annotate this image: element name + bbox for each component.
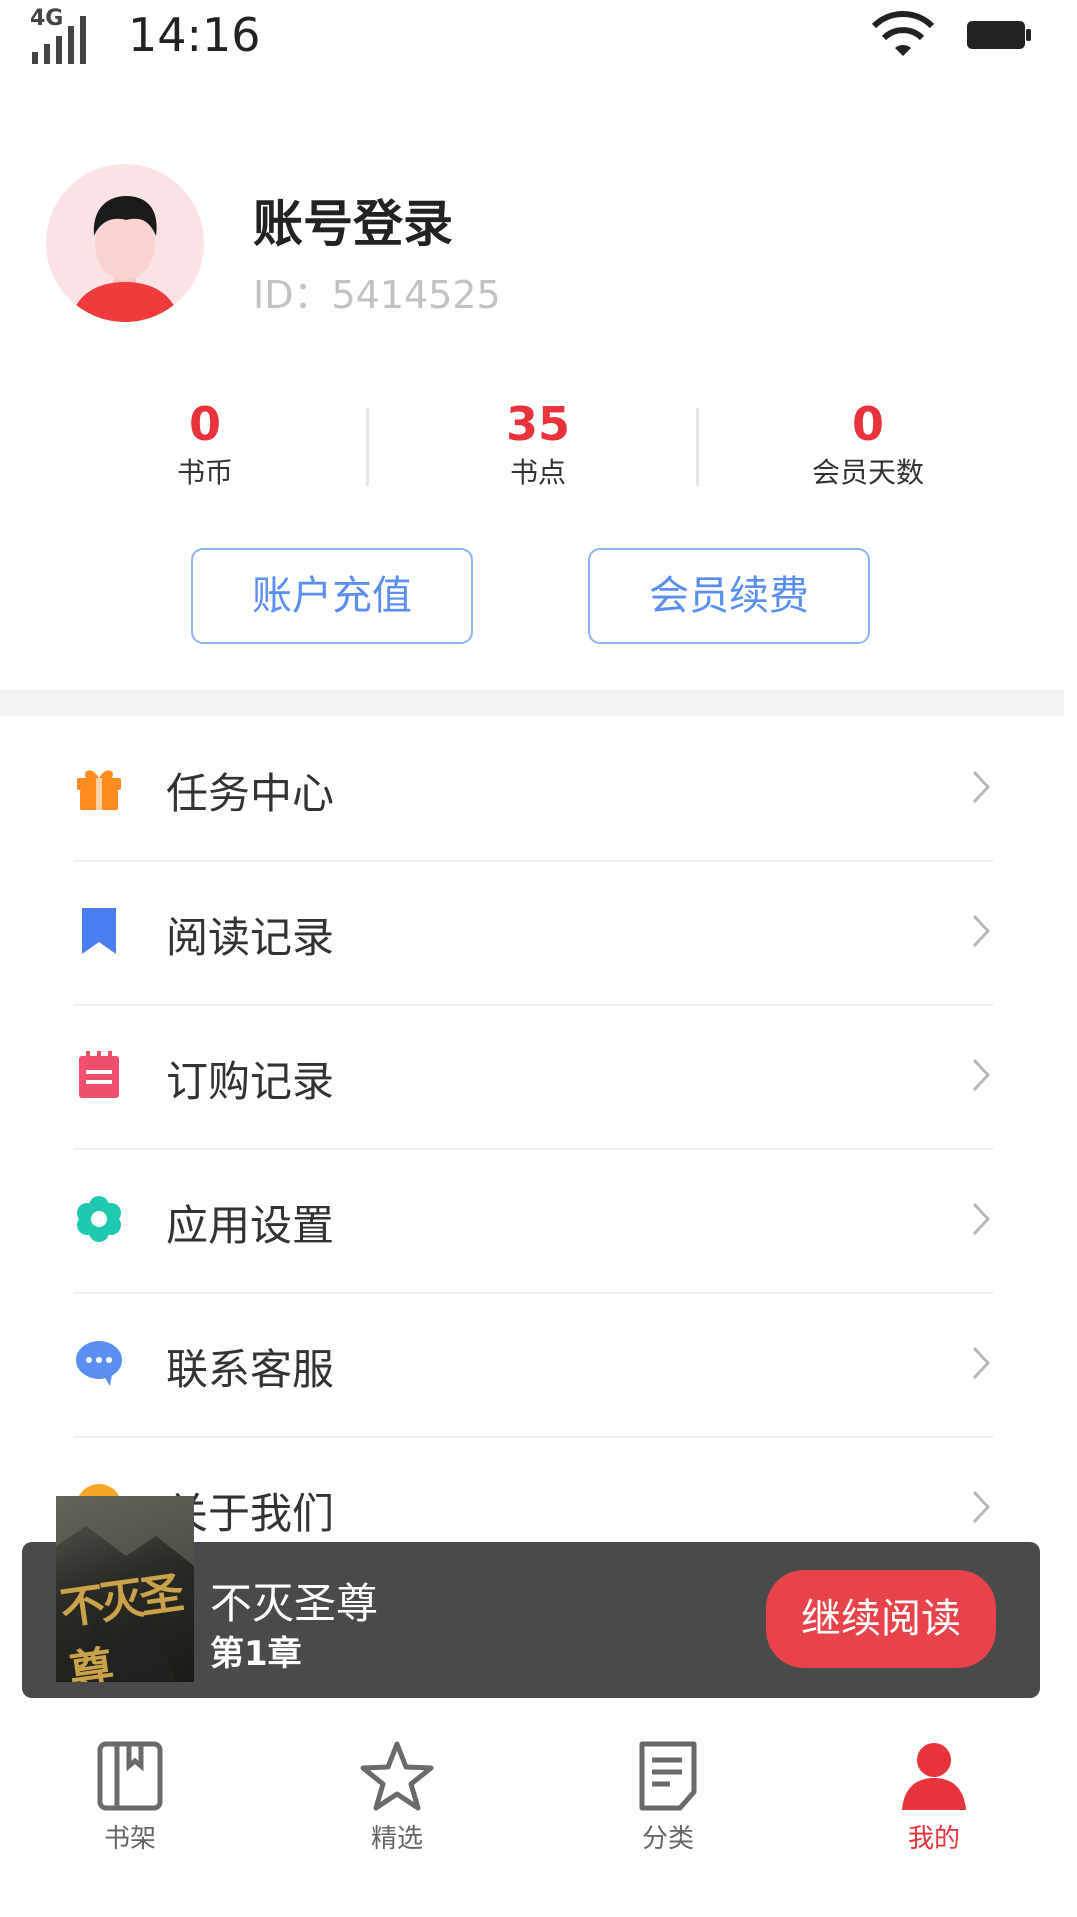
chevron-right-icon — [972, 1346, 991, 1380]
account-login-title[interactable]: 账号登录 — [253, 184, 453, 256]
wifi-icon — [871, 11, 935, 56]
stat-value: 35 — [505, 397, 570, 451]
tab-label: 我的 — [907, 1824, 960, 1854]
section-divider — [0, 690, 1064, 716]
menu-item-app-settings[interactable]: 应用设置 — [74, 1148, 994, 1291]
person-icon — [902, 1743, 966, 1810]
continue-reading-button[interactable]: 继续阅读 — [766, 1570, 996, 1668]
menu-item-task-center[interactable]: 任务中心 — [74, 716, 994, 859]
user-id: ID：5414525 — [253, 273, 501, 317]
battery-icon — [967, 21, 1031, 49]
gift-icon — [77, 770, 121, 810]
stat-book-coins[interactable]: 0 书币 — [55, 396, 355, 494]
stat-divider — [696, 408, 699, 486]
bookmark-icon — [82, 908, 116, 954]
bookshelf-icon — [97, 1741, 163, 1811]
menu-label: 阅读记录 — [166, 913, 335, 962]
status-bar: 4G 14:16 — [0, 0, 1077, 80]
star-icon — [360, 1741, 434, 1811]
status-time: 14:16 — [128, 8, 261, 62]
chevron-right-icon — [972, 770, 991, 804]
renew-membership-button[interactable]: 会员续费 — [588, 548, 870, 644]
menu-item-customer-service[interactable]: 联系客服 — [74, 1292, 994, 1435]
signal-icon: 4G — [30, 6, 94, 68]
avatar-person-icon — [46, 164, 204, 322]
document-icon — [639, 1741, 697, 1811]
cover-title: 不灭圣尊 — [57, 1567, 184, 1682]
tab-label: 精选 — [370, 1824, 423, 1854]
avatar[interactable] — [46, 164, 204, 322]
menu-item-purchase-history[interactable]: 订购记录 — [74, 1004, 994, 1147]
chevron-right-icon — [972, 1058, 991, 1092]
account-stats: 0 书币 35 书点 0 会员天数 — [0, 396, 1077, 506]
notepad-icon — [79, 1051, 119, 1098]
chevron-right-icon — [972, 914, 991, 948]
stat-member-days[interactable]: 0 会员天数 — [718, 396, 1018, 494]
network-label: 4G — [30, 6, 64, 31]
stat-value: 0 — [188, 397, 221, 451]
stat-value: 0 — [851, 397, 884, 451]
tab-categories[interactable]: 分类 — [598, 1720, 738, 1880]
stat-divider — [366, 408, 369, 486]
book-chapter: 第1章 — [210, 1634, 302, 1674]
tab-mine[interactable]: 我的 — [864, 1720, 1004, 1880]
chat-icon — [76, 1341, 122, 1386]
chevron-right-icon — [972, 1490, 991, 1524]
menu-label: 应用设置 — [166, 1201, 335, 1250]
bottom-tab-bar: 书架 精选 分类 我的 — [0, 1720, 1077, 1917]
menu-label: 订购记录 — [166, 1057, 335, 1106]
menu-item-reading-history[interactable]: 阅读记录 — [74, 860, 994, 1003]
stat-label: 书点 — [509, 456, 566, 489]
stat-label: 书币 — [176, 456, 233, 489]
gear-icon — [77, 1196, 121, 1242]
stat-label: 会员天数 — [811, 456, 924, 489]
tab-featured[interactable]: 精选 — [327, 1720, 467, 1880]
menu-label: 联系客服 — [166, 1345, 335, 1394]
stat-book-points[interactable]: 35 书点 — [388, 396, 688, 494]
tab-bookshelf[interactable]: 书架 — [60, 1720, 200, 1880]
book-title[interactable]: 不灭圣尊 — [210, 1570, 378, 1631]
chevron-right-icon — [972, 1202, 991, 1236]
book-cover[interactable]: 不灭圣尊 — [56, 1496, 194, 1682]
tab-label: 分类 — [641, 1824, 694, 1854]
tab-label: 书架 — [103, 1824, 156, 1854]
menu-label: 任务中心 — [166, 769, 335, 818]
recharge-button[interactable]: 账户充值 — [191, 548, 473, 644]
